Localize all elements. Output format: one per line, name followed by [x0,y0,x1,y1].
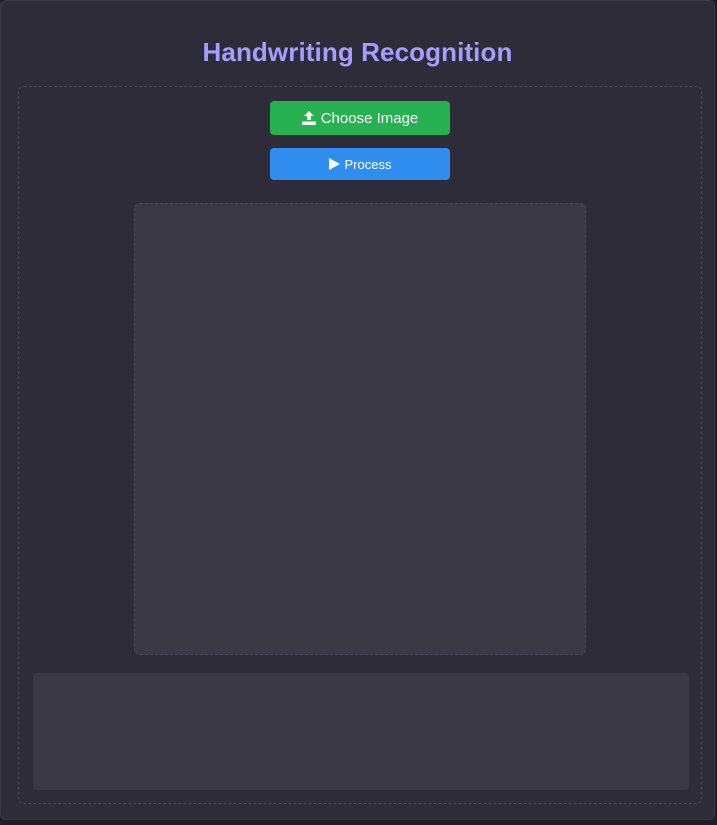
choose-image-label: Choose Image [320,109,419,127]
recognition-output [33,673,689,790]
upload-panel: Choose Image Process [18,86,702,804]
upload-icon [301,111,316,125]
choose-image-button[interactable]: Choose Image [270,101,450,135]
image-preview-area [134,203,586,655]
page-title: Handwriting Recognition [202,37,513,67]
play-icon [328,158,340,170]
process-label: Process [344,156,392,172]
app-window: Handwriting Recognition Choose Image Pro… [0,0,715,820]
process-button[interactable]: Process [270,148,450,180]
